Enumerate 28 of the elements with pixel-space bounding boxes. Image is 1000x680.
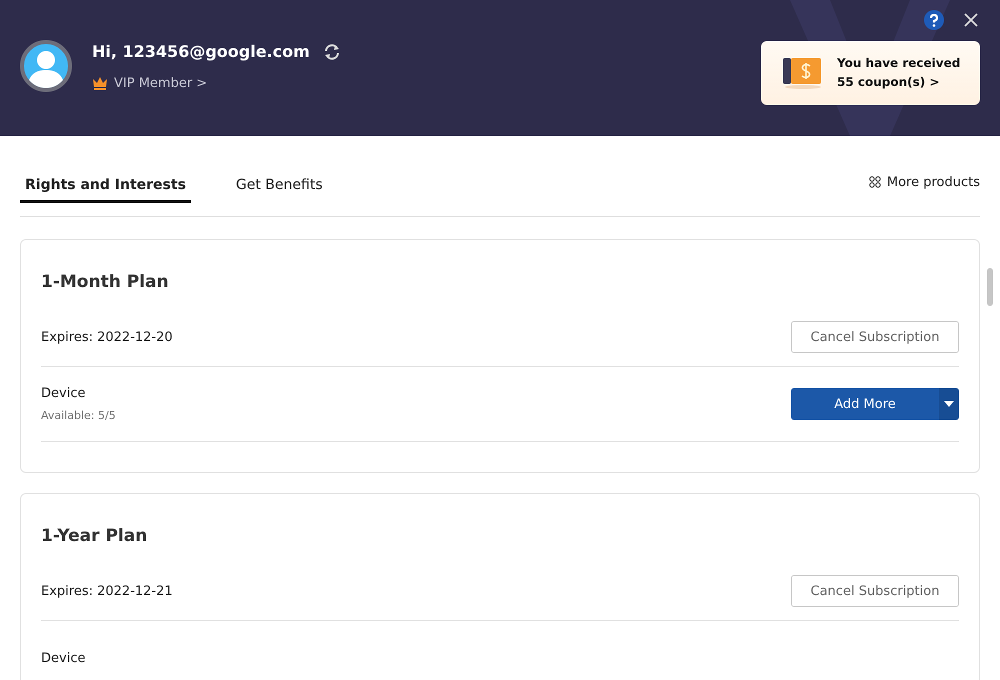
coupon-text: You have received: [837, 55, 960, 72]
dropdown-button[interactable]: [939, 388, 959, 420]
expiry-text: Expires: 2022-12-21: [41, 584, 173, 598]
add-more-button[interactable]: Add More: [791, 388, 939, 420]
tab[interactable]: Get Benefits: [230, 169, 328, 203]
available-text: Available: 5/5: [41, 409, 116, 422]
vip-member-link[interactable]: VIP Member >: [114, 76, 208, 90]
more-products-link[interactable]: More products: [868, 174, 980, 190]
avatar-icon: [20, 40, 72, 92]
plan-title: 1-Month Plan: [41, 271, 170, 294]
tab[interactable]: Rights and Interests: [20, 169, 191, 203]
coupon-icon: [783, 56, 823, 90]
device-label: Device: [41, 386, 86, 401]
more-products-text: More products: [886, 174, 980, 190]
expiry-text: Expires: 2022-12-20: [41, 330, 173, 344]
greeting-text: Hi, 123456@google.com: [92, 42, 310, 61]
help-icon[interactable]: [924, 10, 944, 30]
crown-icon: [92, 76, 108, 90]
plan-title: 1-Year Plan: [41, 525, 148, 548]
coupon-count-text: 55 coupon(s) >: [837, 74, 940, 91]
grid-icon: [868, 176, 881, 188]
cancel-subscription-button[interactable]: Cancel Subscription: [791, 575, 959, 607]
scrollbar-thumb[interactable]: [987, 268, 993, 306]
coupon-banner[interactable]: You have received 55 coupon(s) >: [761, 41, 980, 105]
cancel-subscription-button[interactable]: Cancel Subscription: [791, 321, 959, 353]
close-icon[interactable]: [964, 13, 978, 27]
caret-icon: [944, 401, 954, 407]
device-label: Device: [41, 650, 86, 666]
